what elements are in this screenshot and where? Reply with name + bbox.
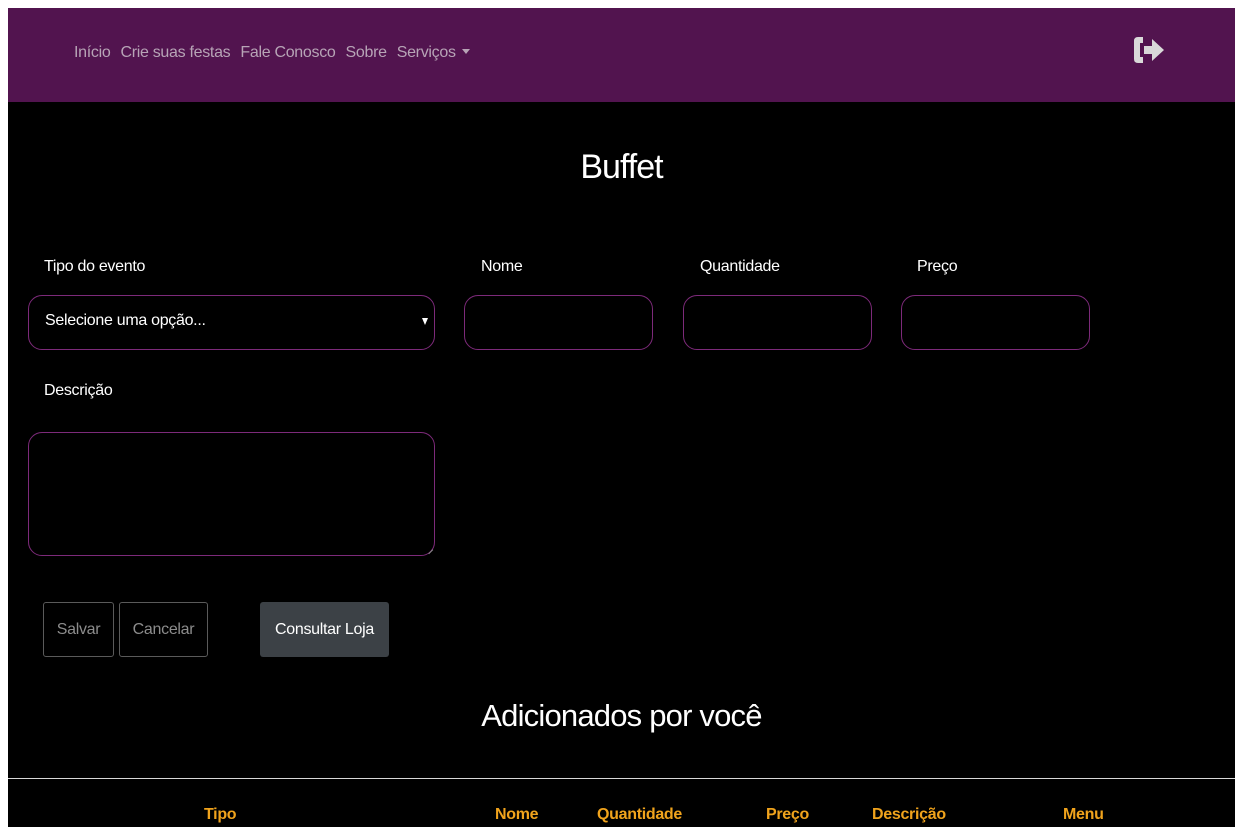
name-input[interactable] (464, 295, 653, 350)
nav-dropdown-servicos[interactable]: Serviços (397, 44, 470, 62)
nav-links: Início Crie suas festas Fale Conosco Sob… (74, 44, 480, 62)
table-header-quantidade: Quantidade (597, 806, 683, 823)
table-header-preco: Preço (766, 806, 809, 823)
table-header-nome: Nome (495, 806, 539, 823)
navbar: Início Crie suas festas Fale Conosco Sob… (8, 8, 1235, 102)
event-type-select[interactable]: Selecione uma opção... (28, 295, 435, 350)
table-header-descricao: Descrição (872, 806, 946, 823)
consult-store-button[interactable]: Consultar Loja (260, 602, 389, 657)
nav-link-fale-conosco[interactable]: Fale Conosco (240, 44, 335, 62)
nav-link-crie-suas-festas[interactable]: Crie suas festas (120, 44, 230, 62)
price-label: Preço (917, 258, 958, 275)
select-arrow-icon (422, 318, 428, 325)
nav-dropdown-label: Serviços (396, 44, 456, 61)
nav-link-inicio[interactable]: Início (74, 44, 111, 62)
nav-link-sobre[interactable]: Sobre (346, 44, 388, 62)
description-textarea[interactable] (28, 432, 435, 556)
save-button[interactable]: Salvar (43, 602, 114, 657)
cancel-button[interactable]: Cancelar (119, 602, 208, 657)
price-input[interactable] (901, 295, 1090, 350)
page-frame: Início Crie suas festas Fale Conosco Sob… (8, 8, 1235, 827)
table-header-menu: Menu (1063, 806, 1104, 823)
table-top-border (8, 778, 1235, 779)
description-label: Descrição (44, 382, 113, 399)
event-type-label: Tipo do evento (44, 258, 146, 275)
sign-out-icon[interactable] (1132, 35, 1166, 65)
resize-grip-icon[interactable] (424, 545, 434, 555)
quantity-label: Quantidade (700, 258, 780, 275)
table-header-tipo: Tipo (204, 806, 237, 823)
page-title: Buffet (580, 148, 663, 186)
quantity-input[interactable] (683, 295, 872, 350)
caret-down-icon (461, 49, 470, 54)
event-type-selected-value: Selecione uma opção... (45, 312, 206, 329)
added-by-you-title: Adicionados por você (481, 698, 762, 733)
name-label: Nome (481, 258, 523, 275)
